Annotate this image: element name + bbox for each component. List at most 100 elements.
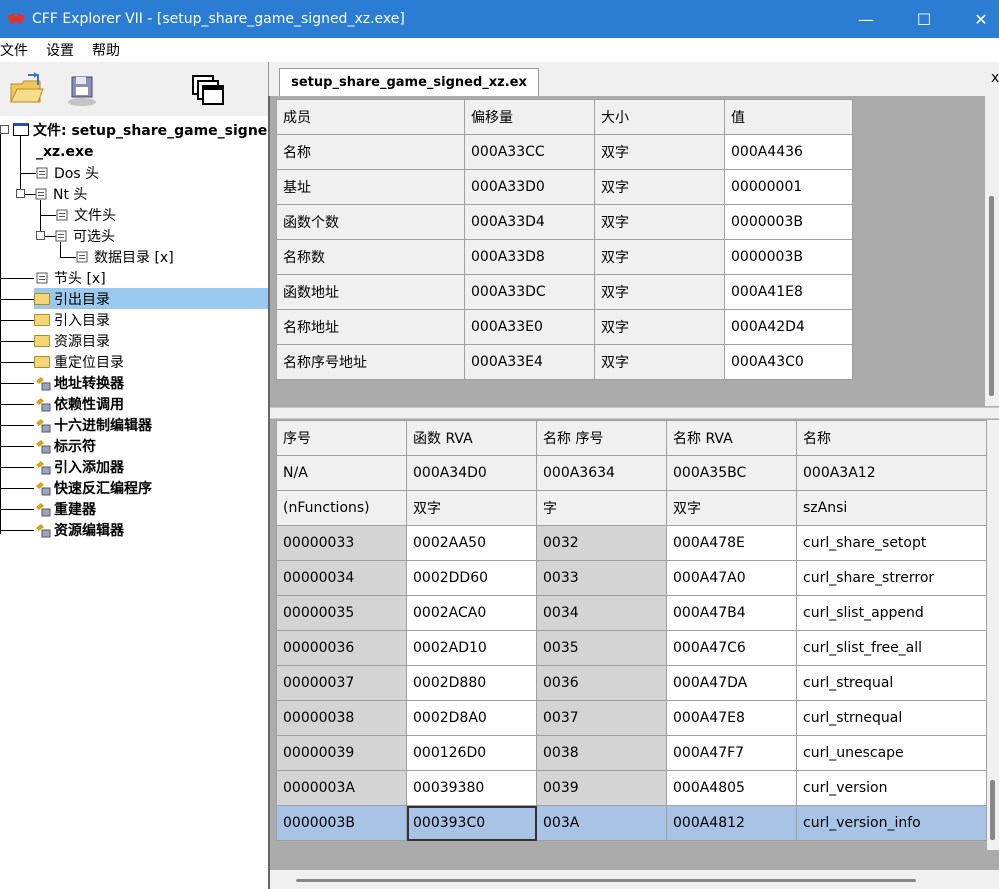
menu-settings[interactable]: 设置 [46, 40, 82, 60]
table-cell[interactable]: 000A4436 [724, 134, 853, 170]
table-row[interactable]: 名称数 000A33D8 双字 0000003B [276, 239, 853, 275]
table-cell[interactable]: curl_strnequal [796, 700, 987, 736]
table-cell[interactable]: 函数地址 [276, 274, 465, 310]
tree-item-dos-header[interactable]: Dos 头 [36, 162, 99, 183]
tree-item-import-adder[interactable]: 引入添加器 [34, 456, 124, 477]
table-cell[interactable]: 000A33D4 [464, 204, 595, 240]
table-cell[interactable]: 00000034 [276, 560, 407, 596]
table-row[interactable]: 00000039 000126D0 0038 000A47F7 curl_une… [276, 735, 987, 771]
table-cell[interactable]: 0036 [536, 665, 667, 701]
table-cell[interactable]: curl_slist_free_all [796, 630, 987, 666]
table-row[interactable]: 0000003A 00039380 0039 000A4805 curl_ver… [276, 770, 987, 806]
table-cell[interactable]: 双字 [594, 134, 725, 170]
table-cell[interactable]: 函数个数 [276, 204, 465, 240]
table-cell[interactable]: 000A4805 [666, 770, 797, 806]
maximize-button[interactable]: ☐ [896, 0, 952, 38]
table-cell[interactable]: 双字 [594, 309, 725, 345]
table-cell[interactable]: 000A3A12 [796, 455, 987, 491]
tree-view[interactable]: 文件: setup_share_game_signed _xz.exe Dos … [0, 116, 268, 889]
table-row[interactable]: 名称 000A33CC 双字 000A4436 [276, 134, 853, 170]
table-cell[interactable]: 0002DD60 [406, 560, 537, 596]
table-cell[interactable]: 0000003B [724, 204, 853, 240]
table-cell[interactable]: 00000035 [276, 595, 407, 631]
table-row[interactable]: 函数个数 000A33D4 双字 0000003B [276, 204, 853, 240]
table-cell[interactable]: 00039380 [406, 770, 537, 806]
table-cell[interactable]: 00000038 [276, 700, 407, 736]
table-cell[interactable]: 000A43C0 [724, 344, 853, 380]
tree-item-rebuilder[interactable]: 重建器 [34, 498, 96, 519]
tree-item-address-converter[interactable]: 地址转换器 [34, 372, 124, 393]
top-vertical-scrollbar[interactable] [985, 96, 999, 406]
table-cell[interactable]: 名称 [276, 134, 465, 170]
table-cell[interactable]: 00000001 [724, 169, 853, 205]
table-cell[interactable]: 000A47B4 [666, 595, 797, 631]
table-cell[interactable]: 0039 [536, 770, 667, 806]
table-cell[interactable]: 000A3634 [536, 455, 667, 491]
bottom-vertical-scrollbar[interactable] [987, 420, 999, 850]
table-cell-focused[interactable]: 000393C0 [406, 805, 537, 841]
table-cell[interactable]: 000A47A0 [666, 560, 797, 596]
table-cell[interactable]: 0035 [536, 630, 667, 666]
table-cell[interactable]: 双字 [594, 344, 725, 380]
column-header[interactable]: 函数 RVA [406, 420, 537, 456]
horizontal-scrollbar[interactable] [270, 870, 999, 889]
column-header[interactable]: 值 [724, 99, 853, 135]
column-header[interactable]: 成员 [276, 99, 465, 135]
tree-item-section-headers[interactable]: 节头 [x] [36, 267, 106, 288]
tree-item-data-directories[interactable]: 数据目录 [x] [76, 246, 174, 267]
table-cell[interactable]: curl_share_setopt [796, 525, 987, 561]
table-cell[interactable]: 000A47E8 [666, 700, 797, 736]
tree-item-identifier[interactable]: 标示符 [34, 435, 96, 456]
tab-file[interactable]: setup_share_game_signed_xz.ex [279, 68, 539, 96]
collapse-icon[interactable] [16, 189, 25, 198]
table-cell[interactable]: 000A33DC [464, 274, 595, 310]
menu-help[interactable]: 帮助 [92, 40, 128, 60]
table-cell[interactable]: 000A33D8 [464, 239, 595, 275]
table-row[interactable]: 00000034 0002DD60 0033 000A47A0 curl_sha… [276, 560, 987, 596]
tree-item-import-directory[interactable]: 引入目录 [34, 309, 110, 330]
table-cell[interactable]: 0000003B [724, 239, 853, 275]
table-cell[interactable]: 基址 [276, 169, 465, 205]
table-cell[interactable]: 双字 [406, 490, 537, 526]
table-row[interactable]: 00000037 0002D880 0036 000A47DA curl_str… [276, 665, 987, 701]
table-cell[interactable]: szAnsi [796, 490, 987, 526]
table-cell[interactable]: 000A47C6 [666, 630, 797, 666]
column-header[interactable]: 偏移量 [464, 99, 595, 135]
table-cell[interactable]: 000A33D0 [464, 169, 595, 205]
table-cell[interactable]: 000A33E0 [464, 309, 595, 345]
collapse-icon[interactable] [0, 125, 9, 134]
tree-item-optional-header[interactable]: 可选头 [36, 225, 115, 246]
table-cell[interactable]: 双字 [666, 490, 797, 526]
table-cell[interactable]: curl_slist_append [796, 595, 987, 631]
table-row[interactable]: 名称序号地址 000A33E4 双字 000A43C0 [276, 344, 853, 380]
table-cell[interactable]: curl_unescape [796, 735, 987, 771]
tree-root[interactable]: 文件: setup_share_game_signed [0, 119, 268, 140]
table-cell[interactable]: 字 [536, 490, 667, 526]
table-cell[interactable]: 00000033 [276, 525, 407, 561]
tree-item-quick-disassembler[interactable]: 快速反汇编程序 [34, 477, 152, 498]
column-header[interactable]: 序号 [276, 420, 407, 456]
table-cell[interactable]: 名称序号地址 [276, 344, 465, 380]
column-header[interactable]: 大小 [594, 99, 725, 135]
table-cell[interactable]: 000A33E4 [464, 344, 595, 380]
table-cell[interactable]: 名称数 [276, 239, 465, 275]
table-cell[interactable]: 0038 [536, 735, 667, 771]
table-row[interactable]: 00000033 0002AA50 0032 000A478E curl_sha… [276, 525, 987, 561]
table-cell[interactable]: 000A41E8 [724, 274, 853, 310]
table-cell[interactable]: 000A33CC [464, 134, 595, 170]
minimize-button[interactable]: — [838, 0, 894, 38]
save-file-icon[interactable] [64, 72, 100, 108]
table-cell[interactable]: 双字 [594, 239, 725, 275]
tree-item-file-header[interactable]: 文件头 [56, 204, 116, 225]
table-cell[interactable]: 00000037 [276, 665, 407, 701]
table-cell[interactable]: 00000036 [276, 630, 407, 666]
table-cell[interactable]: N/A [276, 455, 407, 491]
table-cell[interactable]: 0002AA50 [406, 525, 537, 561]
table-cell[interactable]: 0002ACA0 [406, 595, 537, 631]
table-row[interactable]: 名称地址 000A33E0 双字 000A42D4 [276, 309, 853, 345]
table-cell[interactable]: 000A47DA [666, 665, 797, 701]
table-cell[interactable]: curl_share_strerror [796, 560, 987, 596]
tree-item-dependency-walker[interactable]: 依赖性调用 [34, 393, 124, 414]
table-cell[interactable]: (nFunctions) [276, 490, 407, 526]
table-cell[interactable]: 0032 [536, 525, 667, 561]
